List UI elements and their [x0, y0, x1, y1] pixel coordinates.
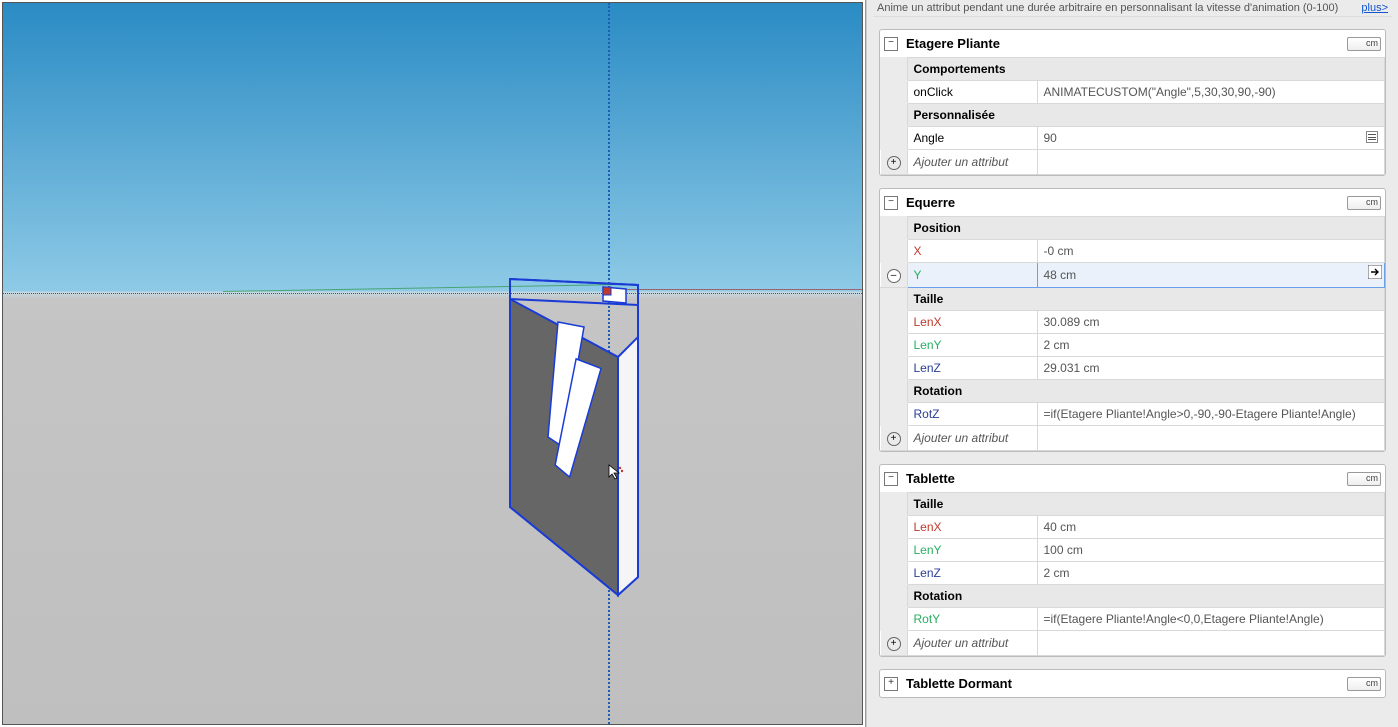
section-header-equerre[interactable]: − Equerre cm — [880, 189, 1385, 216]
attr-key: X — [907, 240, 1037, 263]
group-taille: Taille — [907, 288, 1385, 311]
list-icon[interactable] — [1366, 131, 1378, 143]
section-tablette-dormant: + Tablette Dormant cm — [879, 669, 1386, 698]
group-rotation: Rotation — [907, 380, 1385, 403]
attr-value[interactable]: =if(Etagere Pliante!Angle>0,-90,-90-Etag… — [1037, 403, 1385, 426]
attr-value[interactable]: 100 cm — [1037, 539, 1385, 562]
add-attr-icon[interactable]: + — [887, 637, 901, 651]
attr-value[interactable]: -0 cm — [1037, 240, 1385, 263]
add-attr-icon[interactable]: + — [887, 156, 901, 170]
attr-value[interactable]: 2 cm — [1037, 562, 1385, 585]
viewport-3d[interactable] — [0, 0, 866, 727]
unit-badge[interactable]: cm — [1347, 196, 1381, 210]
goto-arrow-icon[interactable] — [1368, 265, 1382, 279]
attr-key: Y — [907, 263, 1037, 288]
viewport-canvas[interactable] — [2, 2, 863, 725]
attr-value[interactable]: 29.031 cm — [1037, 357, 1385, 380]
section-header-tablette[interactable]: − Tablette cm — [880, 465, 1385, 492]
section-title: Etagere Pliante — [906, 36, 1347, 51]
attr-key: LenX — [907, 311, 1037, 334]
section-equerre: − Equerre cm Position X -0 cm – Y 48 cm — [879, 188, 1386, 452]
add-attr-icon[interactable]: + — [887, 432, 901, 446]
expand-toggle[interactable]: + — [884, 677, 898, 691]
attr-row-leny[interactable]: LenY100 cm — [881, 539, 1385, 562]
attr-key: LenZ — [907, 562, 1037, 585]
attr-value[interactable]: ANIMATECUSTOM("Angle",5,30,30,90,-90) — [1037, 81, 1385, 104]
add-attribute-row[interactable]: + Ajouter un attribut — [881, 631, 1385, 656]
hint-more-link[interactable]: plus> — [1361, 2, 1388, 14]
unit-badge[interactable]: cm — [1347, 677, 1381, 691]
attr-row-leny[interactable]: LenY2 cm — [881, 334, 1385, 357]
attr-key: LenZ — [907, 357, 1037, 380]
section-title: Tablette — [906, 471, 1347, 486]
section-header-tablette-dormant[interactable]: + Tablette Dormant cm — [880, 670, 1385, 697]
unit-badge[interactable]: cm — [1347, 472, 1381, 486]
attr-value[interactable]: 40 cm — [1037, 516, 1385, 539]
add-attribute-row[interactable]: + Ajouter un attribut — [881, 150, 1385, 175]
hint-text: Anime un attribut pendant une durée arbi… — [877, 2, 1338, 14]
attr-row-lenz[interactable]: LenZ29.031 cm — [881, 357, 1385, 380]
attr-key: RotY — [907, 608, 1037, 631]
attributes-panel[interactable]: Anime un attribut pendant une durée arbi… — [866, 0, 1398, 727]
attr-key: RotZ — [907, 403, 1037, 426]
attr-key: onClick — [907, 81, 1037, 104]
attr-key: Angle — [907, 127, 1037, 150]
attr-row-rotz[interactable]: RotZ=if(Etagere Pliante!Angle>0,-90,-90-… — [881, 403, 1385, 426]
add-attr-label[interactable]: Ajouter un attribut — [907, 150, 1037, 175]
horizon-line — [3, 293, 862, 294]
attr-row-lenx[interactable]: LenX40 cm — [881, 516, 1385, 539]
attr-key: LenY — [907, 334, 1037, 357]
group-taille: Taille — [907, 493, 1385, 516]
section-title: Equerre — [906, 195, 1347, 210]
section-etagere: − Etagere Pliante cm Comportements onCli… — [879, 29, 1386, 176]
attr-value[interactable]: 90 — [1037, 127, 1385, 150]
group-position: Position — [907, 217, 1385, 240]
attr-table-equerre: Position X -0 cm – Y 48 cm Taille LenX30… — [880, 216, 1385, 451]
add-attr-label[interactable]: Ajouter un attribut — [907, 426, 1037, 451]
attr-row-x[interactable]: X -0 cm — [881, 240, 1385, 263]
collapse-toggle[interactable]: − — [884, 196, 898, 210]
group-rotation: Rotation — [907, 585, 1385, 608]
attr-table-tablette: Taille LenX40 cm LenY100 cm LenZ2 cm Rot… — [880, 492, 1385, 656]
attr-key: LenX — [907, 516, 1037, 539]
attr-row-roty[interactable]: RotY=if(Etagere Pliante!Angle<0,0,Etager… — [881, 608, 1385, 631]
attr-value[interactable]: 2 cm — [1037, 334, 1385, 357]
collapse-toggle[interactable]: − — [884, 37, 898, 51]
attr-value[interactable]: 30.089 cm — [1037, 311, 1385, 334]
model-etagere[interactable] — [508, 277, 648, 593]
hint-bar: Anime un attribut pendant une durée arbi… — [873, 0, 1392, 17]
section-title: Tablette Dormant — [906, 676, 1347, 691]
attr-row-onclick[interactable]: onClick ANIMATECUSTOM("Angle",5,30,30,90… — [881, 81, 1385, 104]
unit-badge[interactable]: cm — [1347, 37, 1381, 51]
group-personnalisee: Personnalisée — [907, 104, 1385, 127]
attr-value[interactable]: =if(Etagere Pliante!Angle<0,0,Etagere Pl… — [1037, 608, 1385, 631]
section-tablette: − Tablette cm Taille LenX40 cm LenY100 c… — [879, 464, 1386, 657]
attr-row-y-selected[interactable]: – Y 48 cm — [881, 263, 1385, 288]
attr-value[interactable]: 48 cm — [1037, 263, 1385, 288]
add-attribute-row[interactable]: + Ajouter un attribut — [881, 426, 1385, 451]
group-comportements: Comportements — [907, 58, 1385, 81]
collapse-toggle[interactable]: − — [884, 472, 898, 486]
remove-attr-icon[interactable]: – — [887, 269, 901, 283]
attr-row-lenz[interactable]: LenZ2 cm — [881, 562, 1385, 585]
attr-row-angle[interactable]: Angle 90 — [881, 127, 1385, 150]
section-header-etagere[interactable]: − Etagere Pliante cm — [880, 30, 1385, 57]
interact-cursor-icon — [607, 463, 625, 481]
add-attr-label[interactable]: Ajouter un attribut — [907, 631, 1037, 656]
attr-table-etagere: Comportements onClick ANIMATECUSTOM("Ang… — [880, 57, 1385, 175]
attr-key: LenY — [907, 539, 1037, 562]
attr-row-lenx[interactable]: LenX30.089 cm — [881, 311, 1385, 334]
